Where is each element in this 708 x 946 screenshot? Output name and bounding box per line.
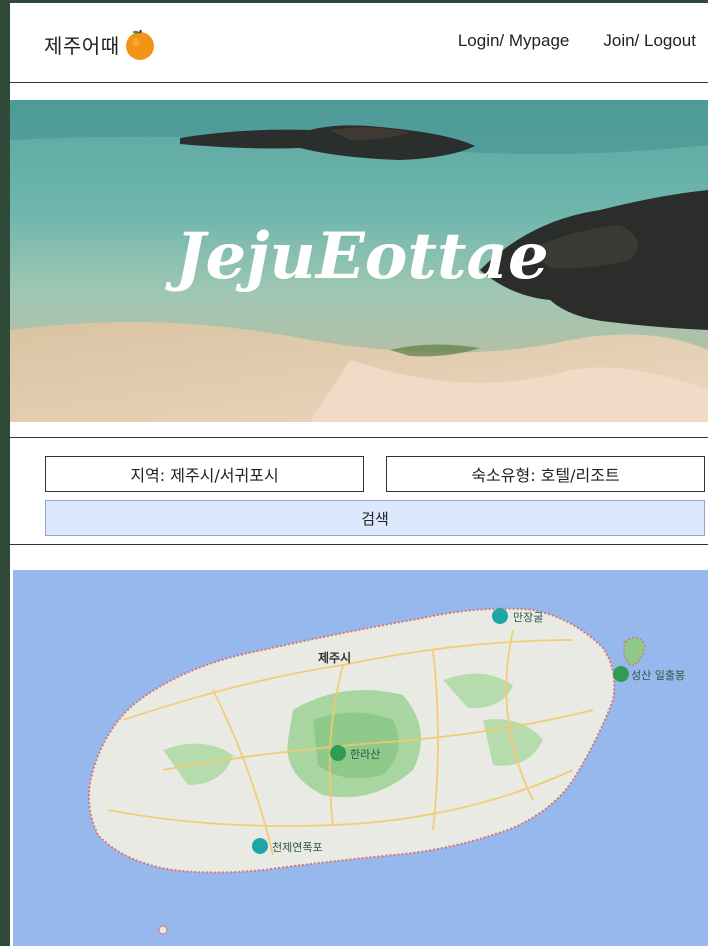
svg-text:한라산: 한라산 xyxy=(350,748,380,761)
brand-logo[interactable]: 제주어때 xyxy=(44,27,156,61)
jeju-city-label: 제주시 xyxy=(318,651,351,665)
join-logout-link[interactable]: Join/ Logout xyxy=(603,31,696,51)
page: 제주어때 Login/ Mypage Join/ Logout JejuEott… xyxy=(10,3,708,946)
region-select[interactable]: 지역: 제주시/서귀포시 xyxy=(45,456,364,492)
manjanggul-marker[interactable]: 만장굴 xyxy=(492,608,543,624)
svg-text:천제연폭포: 천제연폭포 xyxy=(272,840,323,854)
lodging-type-select[interactable]: 숙소유형: 호텔/리조트 xyxy=(386,456,705,492)
hero-banner: JejuEottae xyxy=(10,100,708,422)
brand-text: 제주어때 xyxy=(44,33,120,58)
header-nav: Login/ Mypage Join/ Logout xyxy=(458,31,696,51)
jeju-map[interactable]: 만장굴 성산 일출봉 한라산 천제연폭포 제주시 xyxy=(13,570,708,946)
hero-title: JejuEottae xyxy=(164,219,548,294)
orange-icon xyxy=(122,27,156,61)
top-header: 제주어때 Login/ Mypage Join/ Logout xyxy=(10,3,708,83)
search-button[interactable]: 검색 xyxy=(45,500,705,536)
seongsan-marker[interactable]: 성산 일출봉 xyxy=(613,666,685,682)
hallasan-marker[interactable]: 한라산 xyxy=(330,745,380,761)
login-mypage-link[interactable]: Login/ Mypage xyxy=(458,31,570,51)
svg-text:만장굴: 만장굴 xyxy=(513,611,543,624)
svg-text:성산 일출봉: 성산 일출봉 xyxy=(631,668,685,682)
cheonjiyeon-marker[interactable]: 천제연폭포 xyxy=(252,838,323,854)
search-panel: 지역: 제주시/서귀포시 숙소유형: 호텔/리조트 검색 xyxy=(10,437,708,545)
